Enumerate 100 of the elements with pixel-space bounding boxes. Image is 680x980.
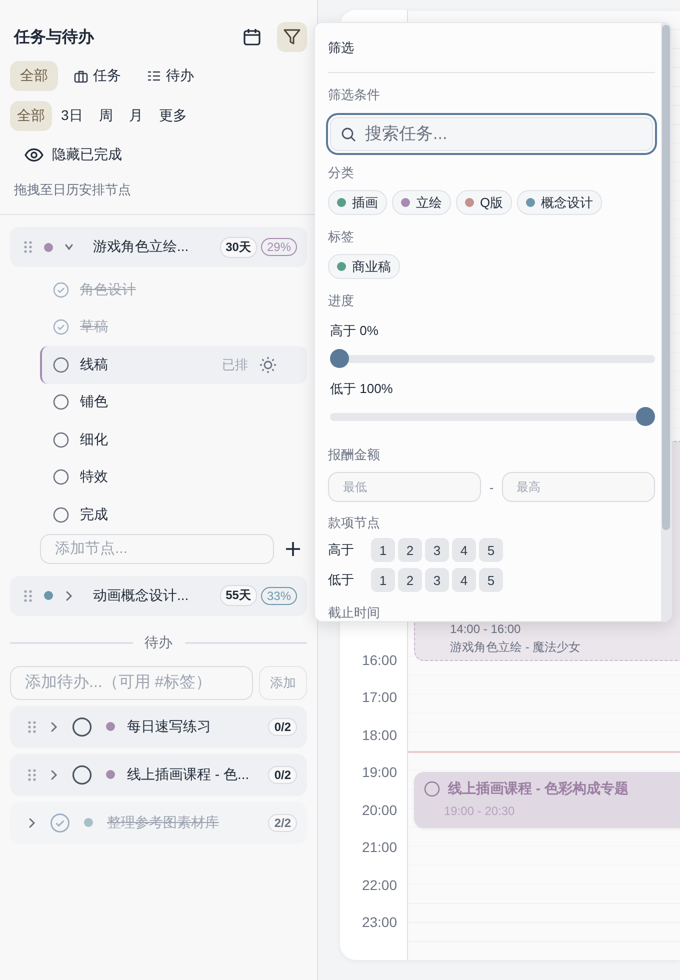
chevron-icon[interactable] [28,816,36,828]
node-option[interactable]: 4 [452,538,476,562]
node-option[interactable]: 3 [425,568,449,592]
checkbox-circle-icon[interactable] [72,716,92,736]
range-tab[interactable]: 周 [92,101,120,131]
task-group[interactable]: 游戏角色立绘... 30天 29% [10,227,307,267]
add-todo-field[interactable]: 添加待办...（可用 #标签） [10,666,253,700]
section-label: 进度 [328,292,355,310]
todo-item[interactable]: 每日速写练习 0/2 [10,706,307,748]
filter-button[interactable] [277,22,307,52]
task-node[interactable]: 铺色 [40,384,307,421]
todo-item[interactable]: 线上插画课程 - 色... 0/2 [10,754,307,796]
min-amount-field[interactable]: 最低 [328,472,482,502]
row-label: 高于 [328,541,355,559]
search-icon [341,127,356,142]
task-group[interactable]: 动画概念设计... 55天 33% [10,576,307,616]
task-node[interactable]: 完成 [40,496,307,534]
max-amount-field[interactable]: 最高 [502,472,655,502]
checkbox-circle-icon[interactable] [53,394,69,410]
calendar-icon [242,27,262,47]
section-label: 分类 [328,164,355,182]
progress-slider[interactable] [330,407,655,426]
add-node-field[interactable]: 添加节点... [40,534,274,564]
chevron-icon[interactable] [50,720,58,732]
hour-label: 18:00 [362,726,397,743]
search-field[interactable]: 搜索任务... [330,117,653,151]
progress-badge: 33% [260,586,297,604]
hide-completed-toggle[interactable]: 隐藏已完成 [24,144,122,166]
checkbox-circle-icon[interactable] [72,764,92,784]
event-subtitle: 游戏角色立绘 - 魔法少女 [450,639,582,656]
node-option[interactable]: 1 [371,538,395,562]
count-badge: 0/2 [268,718,297,736]
checkbox-circle-icon[interactable] [53,469,69,486]
range-tab[interactable]: 月 [122,101,150,131]
drag-handle-icon[interactable] [24,590,32,602]
range-tab[interactable]: 全部 [10,101,52,131]
checklist-icon [147,70,161,82]
category-chip[interactable]: 立绘 [392,190,451,215]
days-badge: 30天 [220,236,257,258]
slider-label: 低于 100% [330,380,394,398]
range-tab[interactable]: 更多 [152,101,194,131]
checkbox-circle-icon[interactable] [424,781,440,797]
count-badge: 0/2 [268,766,297,784]
scrollbar-thumb[interactable] [662,25,670,530]
checkbox-circle-icon[interactable] [53,432,69,448]
node-option[interactable]: 5 [479,568,503,592]
tag-chip[interactable]: 商业稿 [328,254,400,279]
todo-title: 整理参考图素材库 [107,814,220,832]
drag-handle-icon[interactable] [28,768,36,780]
section-label: 待办 [144,634,172,652]
days-badge: 55天 [220,585,257,606]
checkbox-circle-icon[interactable] [53,506,69,523]
drag-hint: 拖拽至日历安排节点 [14,181,132,199]
task-node[interactable]: 线稿 已排 [40,346,307,384]
plus-icon[interactable] [286,542,300,556]
slider-thumb[interactable] [330,349,349,368]
section-label: 筛选条件 [328,86,381,104]
checked-circle-icon[interactable] [53,282,69,298]
scheduled-label: 已排 [222,356,248,374]
node-option[interactable]: 3 [425,538,449,562]
todo-item[interactable]: 整理参考图素材库 2/2 [10,802,307,844]
task-title: 动画概念设计... [93,586,190,604]
range-tab[interactable]: 3日 [54,101,90,131]
row-label: 低于 [328,571,355,589]
category-chip[interactable]: 插画 [328,190,387,215]
task-node[interactable]: 细化 [40,421,307,458]
progress-slider[interactable] [330,349,655,368]
range-separator: - [489,480,494,494]
chevron-icon[interactable] [50,768,58,780]
todo-title: 每日速写练习 [127,718,212,736]
slider-thumb[interactable] [636,407,655,426]
category-chip[interactable]: 概念设计 [517,190,602,215]
node-option[interactable]: 4 [452,568,476,592]
panel-title: 任务与待办 [14,28,96,48]
chevron-icon[interactable] [65,590,73,602]
hour-label: 16:00 [362,652,397,668]
checked-circle-icon[interactable] [53,319,69,336]
hour-label: 17:00 [362,689,397,706]
node-option[interactable]: 5 [479,538,503,562]
filter-icon [282,27,302,47]
node-option[interactable]: 2 [398,538,422,562]
hour-label: 22:00 [362,876,397,893]
filter-tab[interactable]: 待办 [137,61,204,91]
checked-circle-icon[interactable] [50,812,70,832]
section-label: 截止时间 [328,604,381,621]
section-label: 款项节点 [328,514,381,532]
node-option[interactable]: 1 [371,568,395,592]
task-node[interactable]: 特效 [40,458,307,496]
drag-handle-icon[interactable] [24,241,32,253]
filter-tab[interactable]: 全部 [10,61,58,91]
hour-label: 23:00 [362,914,397,930]
node-label: 完成 [80,506,109,524]
checkbox-circle-icon[interactable] [53,356,69,373]
drag-handle-icon[interactable] [28,720,36,732]
briefcase-icon [74,70,88,82]
category-chip[interactable]: Q版 [456,190,512,215]
filter-tab[interactable]: 任务 [64,61,131,91]
sun-icon[interactable] [259,356,277,374]
node-option[interactable]: 2 [398,568,422,592]
todo-title: 线上插画课程 - 色... [127,766,250,784]
